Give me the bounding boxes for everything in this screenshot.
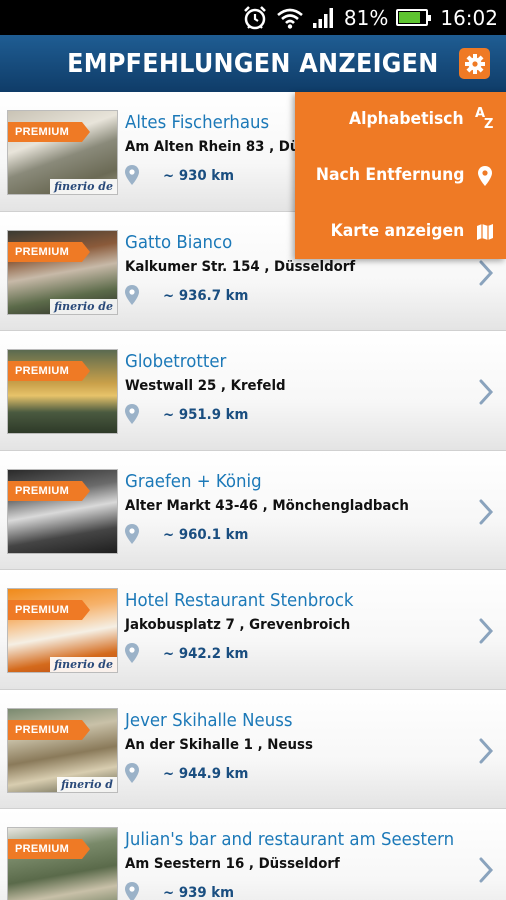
signal-icon bbox=[312, 7, 336, 29]
chevron-right-icon bbox=[478, 499, 494, 530]
sort-distance-item[interactable]: Nach Entfernung bbox=[295, 148, 506, 204]
restaurant-address: Alter Markt 43-46 , Mönchengladbach bbox=[125, 497, 409, 514]
restaurant-distance: ~ 944.9 km bbox=[163, 765, 249, 782]
app-header: EMPFEHLUNGEN ANZEIGEN bbox=[0, 35, 506, 92]
page-title: EMPFEHLUNGEN ANZEIGEN bbox=[67, 48, 439, 79]
restaurant-name: Globetrotter bbox=[125, 351, 227, 372]
restaurant-address: Kalkumer Str. 154 , Düsseldorf bbox=[125, 258, 356, 275]
location-pin-icon bbox=[125, 284, 139, 310]
battery-percent: 81% bbox=[343, 5, 389, 30]
battery-icon bbox=[396, 9, 432, 26]
alarm-icon bbox=[242, 5, 268, 31]
restaurant-row[interactable]: PREMIUM Globetrotter Westwall 25 , Krefeld… bbox=[0, 331, 506, 451]
chevron-right-icon bbox=[478, 260, 494, 291]
chevron-right-icon bbox=[478, 738, 494, 769]
restaurant-name: Graefen + König bbox=[125, 470, 262, 492]
chevron-right-icon bbox=[478, 857, 494, 888]
finerio-logo: finerio d bbox=[57, 776, 117, 792]
restaurant-row[interactable]: finerio de PREMIUM Hotel Restaurant Stenbr… bbox=[0, 570, 506, 690]
restaurant-photo: finerio de PREMIUM bbox=[7, 110, 118, 195]
restaurant-photo: finerio d PREMIUM bbox=[7, 707, 118, 793]
restaurant-photo: PREMIUM bbox=[7, 349, 118, 434]
restaurant-distance: ~ 939 km bbox=[163, 885, 235, 900]
restaurant-distance: ~ 942.2 km bbox=[163, 646, 249, 662]
location-pin-icon bbox=[125, 762, 139, 788]
premium-badge: PREMIUM bbox=[8, 480, 90, 501]
location-pin-icon bbox=[125, 165, 139, 190]
map-icon bbox=[474, 220, 496, 244]
restaurant-distance: ~ 960.1 km bbox=[163, 526, 249, 543]
location-pin-icon bbox=[125, 643, 139, 668]
restaurant-name: Gatto Bianco bbox=[125, 231, 233, 253]
premium-badge: PREMIUM bbox=[8, 600, 90, 620]
restaurant-name: Altes Fischerhaus bbox=[125, 112, 270, 133]
settings-button[interactable] bbox=[459, 48, 490, 79]
restaurant-distance: ~ 930 km bbox=[163, 168, 235, 184]
restaurant-address: Jakobusplatz 7 , Grevenbroich bbox=[125, 617, 351, 633]
finerio-logo: finerio de bbox=[50, 298, 117, 314]
gear-icon bbox=[464, 53, 485, 74]
sort-alpha-icon-z: Z bbox=[484, 117, 494, 132]
premium-badge: PREMIUM bbox=[8, 122, 90, 142]
premium-badge: PREMIUM bbox=[8, 839, 90, 859]
location-pin-icon bbox=[125, 523, 139, 549]
premium-badge: PREMIUM bbox=[8, 361, 90, 381]
restaurant-photo: PREMIUM bbox=[7, 468, 118, 554]
restaurant-address: Am Seestern 16 , Düsseldorf bbox=[125, 856, 340, 872]
wifi-icon bbox=[276, 7, 304, 29]
sort-alpha-icon: AZ bbox=[474, 107, 496, 132]
restaurant-address: An der Skihalle 1 , Neuss bbox=[125, 736, 313, 753]
sort-item-label: Alphabetisch bbox=[349, 109, 464, 129]
show-map-item[interactable]: Karte anzeigen bbox=[295, 204, 506, 260]
restaurant-name: Jever Skihalle Neuss bbox=[125, 709, 293, 731]
premium-badge: PREMIUM bbox=[8, 719, 90, 740]
restaurant-row[interactable]: PREMIUM Julian's bar and restaurant am Se… bbox=[0, 809, 506, 900]
restaurant-address: Westwall 25 , Krefeld bbox=[125, 378, 286, 394]
restaurant-distance: ~ 936.7 km bbox=[163, 287, 249, 304]
restaurant-name: Hotel Restaurant Stenbrock bbox=[125, 590, 354, 611]
restaurant-photo: finerio de PREMIUM bbox=[7, 229, 118, 315]
restaurant-row[interactable]: PREMIUM Graefen + König Alter Markt 43-46 … bbox=[0, 450, 506, 570]
location-pin-icon bbox=[125, 404, 139, 429]
location-pin-icon bbox=[125, 882, 139, 900]
restaurant-name: Julian's bar and restaurant am Seestern bbox=[125, 829, 455, 850]
sort-menu: Alphabetisch AZ Nach Entfernung Karte an… bbox=[295, 92, 506, 259]
sort-item-label: Nach Entfernung bbox=[315, 165, 464, 185]
restaurant-photo: finerio de PREMIUM bbox=[7, 588, 118, 673]
finerio-logo: finerio de bbox=[50, 657, 117, 672]
clock: 16:02 bbox=[440, 5, 498, 30]
chevron-right-icon bbox=[478, 379, 494, 410]
finerio-logo: finerio de bbox=[50, 179, 117, 194]
restaurant-photo: PREMIUM bbox=[7, 827, 118, 900]
restaurant-row[interactable]: finerio d PREMIUM Jever Skihalle Neuss An d… bbox=[0, 689, 506, 809]
sort-alphabetical-item[interactable]: Alphabetisch AZ bbox=[295, 92, 506, 148]
sort-item-label: Karte anzeigen bbox=[330, 221, 464, 241]
status-bar: 81% 16:02 bbox=[0, 0, 506, 35]
restaurant-distance: ~ 951.9 km bbox=[163, 407, 249, 423]
location-pin-icon bbox=[474, 164, 496, 188]
chevron-right-icon bbox=[478, 618, 494, 649]
premium-badge: PREMIUM bbox=[8, 241, 90, 262]
